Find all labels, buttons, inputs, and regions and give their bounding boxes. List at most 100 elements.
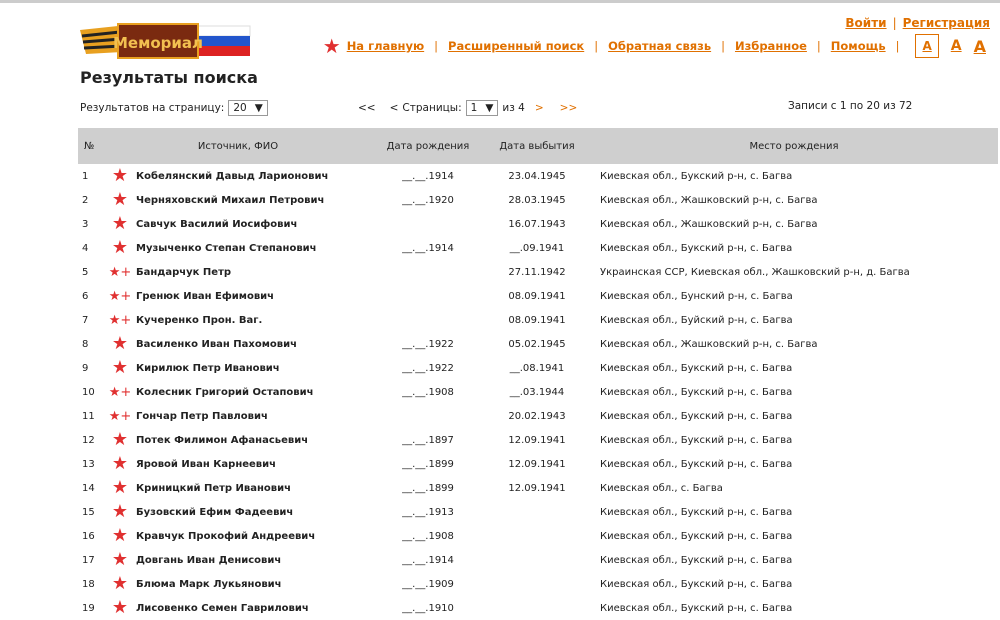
separator: | (816, 39, 821, 53)
prev-page-button[interactable]: < (390, 102, 399, 114)
register-link[interactable]: Регистрация (903, 16, 990, 30)
leave-date (484, 524, 590, 548)
per-page-value: 20 (233, 102, 247, 114)
table-row[interactable]: 12 ★ Потек Филимон Афанасьевич __.__.1897 12… (78, 428, 998, 452)
table-row[interactable]: 1 ★ Кобелянский Давыд Ларионович __.__.1914… (78, 164, 998, 188)
person-name[interactable]: Музыченко Степан Степанович (136, 236, 372, 260)
login-link[interactable]: Войти (845, 16, 886, 30)
table-row[interactable]: 15 ★ Бузовский Ефим Фадеевич __.__.1913 Киев… (78, 500, 998, 524)
table-row[interactable]: 3 ★ Савчук Василий Иосифович 16.07.1943 Киев… (78, 212, 998, 236)
person-name[interactable]: Кирилюк Петр Иванович (136, 356, 372, 380)
leave-date: __.09.1941 (509, 242, 565, 254)
page-select[interactable]: 1 ▼ (465, 100, 499, 116)
font-size-large[interactable]: A (974, 37, 986, 56)
birth-place: Киевская обл., с. Багва (600, 482, 723, 494)
star-plus-icon: ★+ (108, 312, 132, 328)
person-name[interactable]: Василенко Иван Пахомович (136, 332, 372, 356)
birth-date: __.__.1909 (402, 578, 454, 590)
table-row[interactable]: 6 ★+ Гренюк Иван Ефимович 08.09.1941 Киевска… (78, 284, 998, 308)
table-row[interactable]: 7 ★+ Кучеренко Прон. Ваг. 08.09.1941 Киевска… (78, 308, 998, 332)
birth-place: Киевская обл., Букский р-н, с. Багва (600, 386, 793, 398)
birth-date: __.__.1910 (402, 602, 454, 614)
table-row[interactable]: 13 ★ Яровой Иван Карнеевич __.__.1899 12.09.… (78, 452, 998, 476)
leave-date: 20.02.1943 (508, 410, 566, 422)
birth-date: __.__.1908 (402, 386, 454, 398)
records-count: Записи с 1 по 20 из 72 (788, 100, 913, 112)
nav-advanced-search[interactable]: Расширенный поиск (448, 39, 584, 53)
table-row[interactable]: 18 ★ Блюма Марк Лукьянович __.__.1909 Киевск… (78, 572, 998, 596)
leave-date: __.08.1941 (509, 362, 565, 374)
nav-feedback[interactable]: Обратная связь (608, 39, 711, 53)
nav-home[interactable]: На главную (347, 39, 424, 53)
person-name[interactable]: Кучеренко Прон. Ваг. (136, 308, 372, 332)
star-icon: ★ (111, 237, 129, 258)
table-row[interactable]: 4 ★ Музыченко Степан Степанович __.__.1914 _… (78, 236, 998, 260)
person-name[interactable]: Кобелянский Давыд Ларионович (136, 164, 372, 188)
person-name[interactable]: Лисовенко Семен Гаврилович (136, 596, 372, 620)
person-name[interactable]: Довгань Иван Денисович (136, 548, 372, 572)
row-number: 16 (82, 530, 95, 542)
table-row[interactable]: 19 ★ Лисовенко Семен Гаврилович __.__.1910 К… (78, 596, 998, 620)
birth-place: Киевская обл., Жашковский р-н, с. Багва (600, 218, 818, 230)
person-name[interactable]: Колесник Григорий Остапович (136, 380, 372, 404)
table-row[interactable]: 17 ★ Довгань Иван Денисович __.__.1914 Киевс… (78, 548, 998, 572)
birth-date (372, 308, 484, 332)
person-name[interactable]: Яровой Иван Карнеевич (136, 452, 372, 476)
row-number: 3 (82, 218, 89, 230)
person-name[interactable]: Кравчук Прокофий Андреевич (136, 524, 372, 548)
first-page-button[interactable]: << (358, 102, 376, 114)
nav-favorites[interactable]: Избранное (735, 39, 807, 53)
last-page-button[interactable]: >> (560, 102, 578, 114)
person-name[interactable]: Блюма Марк Лукьянович (136, 572, 372, 596)
source-icon: ★ (104, 428, 136, 452)
table-header: № Источник, ФИО Дата рождения Дата выбыт… (78, 128, 998, 164)
per-page-select[interactable]: 20 ▼ (228, 100, 268, 116)
leave-date: 05.02.1945 (508, 338, 566, 350)
birth-place: Киевская обл., Букский р-н, с. Багва (600, 554, 793, 566)
leave-date: 12.09.1941 (508, 434, 566, 446)
table-row[interactable]: 16 ★ Кравчук Прокофий Андреевич __.__.1908 К… (78, 524, 998, 548)
person-name[interactable]: Гренюк Иван Ефимович (136, 284, 372, 308)
table-row[interactable]: 9 ★ Кирилюк Петр Иванович __.__.1922 __.08.1… (78, 356, 998, 380)
row-number: 19 (82, 602, 95, 614)
person-name[interactable]: Бандарчук Петр (136, 260, 372, 284)
nav-help[interactable]: Помощь (831, 39, 886, 53)
source-icon: ★ (104, 572, 136, 596)
row-number: 4 (82, 242, 89, 254)
leave-date: 27.11.1942 (508, 266, 566, 278)
table-row[interactable]: 10 ★+ Колесник Григорий Остапович __.__.190… (78, 380, 998, 404)
person-name[interactable]: Савчук Василий Иосифович (136, 212, 372, 236)
birth-place: Киевская обл., Букский р-н, с. Багва (600, 170, 793, 182)
person-name[interactable]: Бузовский Ефим Фадеевич (136, 500, 372, 524)
row-number: 9 (82, 362, 89, 374)
top-border (0, 0, 1000, 3)
font-size-small[interactable]: A (915, 34, 939, 58)
person-name[interactable]: Гончар Петр Павлович (136, 404, 372, 428)
person-name[interactable]: Потек Филимон Афанасьевич (136, 428, 372, 452)
table-row[interactable]: 14 ★ Криницкий Петр Иванович __.__.1899 12.0… (78, 476, 998, 500)
source-icon: ★ (104, 236, 136, 260)
separator: | (892, 16, 897, 30)
col-number: № (78, 128, 104, 164)
table-row[interactable]: 5 ★+ Бандарчук Петр 27.11.1942 Украинская СС… (78, 260, 998, 284)
leave-date: 12.09.1941 (508, 458, 566, 470)
person-name[interactable]: Криницкий Петр Иванович (136, 476, 372, 500)
table-row[interactable]: 11 ★+ Гончар Петр Павлович 20.02.1943 Киевск… (78, 404, 998, 428)
birth-place: Киевская обл., Букский р-н, с. Багва (600, 458, 793, 470)
birth-date: __.__.1913 (402, 506, 454, 518)
font-size-medium[interactable]: A (951, 38, 962, 54)
birth-date: __.__.1922 (402, 338, 454, 350)
table-row[interactable]: 2 ★ Черняховский Михаил Петрович __.__.1920… (78, 188, 998, 212)
birth-place: Киевская обл., Букский р-н, с. Багва (600, 578, 793, 590)
birth-place: Украинская ССР, Киевская обл., Жашковски… (600, 266, 910, 278)
star-icon: ★ (111, 573, 129, 594)
leave-date: __.03.1944 (509, 386, 565, 398)
birth-date: __.__.1920 (402, 194, 454, 206)
person-name[interactable]: Черняховский Михаил Петрович (136, 188, 372, 212)
star-plus-icon: ★+ (108, 264, 132, 280)
star-icon: ★ (111, 597, 129, 618)
next-page-button[interactable]: > (535, 102, 544, 114)
birth-place: Киевская обл., Жашковский р-н, с. Багва (600, 194, 818, 206)
memorial-logo[interactable]: Мемориал (78, 12, 254, 62)
table-row[interactable]: 8 ★ Василенко Иван Пахомович __.__.1922 05.0… (78, 332, 998, 356)
